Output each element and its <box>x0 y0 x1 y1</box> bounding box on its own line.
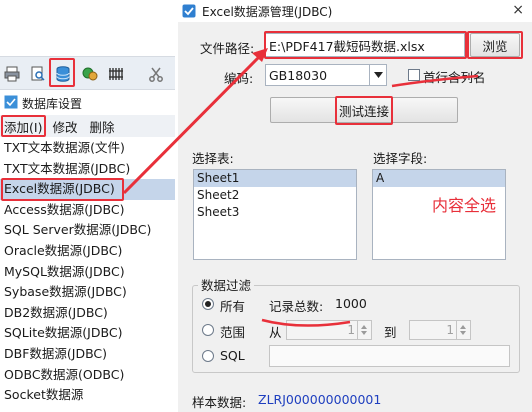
encoding-dropdown-arrow[interactable] <box>369 64 387 86</box>
range-to-value: 1 <box>446 323 454 337</box>
data-source-item[interactable]: SQLite数据源(JDBC) <box>0 323 175 344</box>
excel-datasource-dialog: Excel数据源管理(JDBC) × 文件路径: E:\PDF417截短码数据.… <box>178 0 532 412</box>
table-list-item[interactable]: Sheet2 <box>194 187 356 204</box>
data-source-item[interactable]: TXT文本数据源(文件) <box>0 138 175 159</box>
db-settings-label: 数据库设置 <box>22 96 83 111</box>
app-logo-icon <box>182 4 196 18</box>
data-source-item[interactable]: DB2数据源(JDBC) <box>0 303 175 324</box>
print-icon[interactable] <box>2 64 22 84</box>
db-settings-header: 数据库设置 <box>0 92 175 114</box>
print-preview-icon[interactable] <box>28 64 48 84</box>
range-to-label: 到 <box>384 325 397 340</box>
record-count-value: 1000 <box>335 296 367 311</box>
sql-input[interactable] <box>269 345 510 367</box>
sample-data-value: ZLRJ000000000001 <box>258 392 382 407</box>
select-field-label: 选择字段: <box>373 151 428 166</box>
sample-data-label: 样本数据: <box>192 395 247 410</box>
range-to-spinner[interactable]: 1 <box>409 320 471 340</box>
data-source-item[interactable]: Sybase数据源(JDBC) <box>0 282 175 303</box>
filter-all-radio[interactable] <box>202 298 214 310</box>
delete-menu[interactable]: 删除 <box>89 117 114 136</box>
tools-icon[interactable] <box>80 64 100 84</box>
data-source-item[interactable]: Socket数据源 <box>0 385 175 406</box>
data-source-item[interactable]: DBF数据源(JDBC) <box>0 344 175 365</box>
file-path-label: 文件路径: <box>200 41 255 56</box>
data-source-item[interactable]: ODBC数据源(ODBC) <box>0 365 175 386</box>
data-source-list: TXT文本数据源(文件) TXT文本数据源(JDBC) Excel数据源(JDB… <box>0 138 175 406</box>
first-row-header-checkbox[interactable] <box>408 69 420 81</box>
chevron-down-icon <box>373 72 383 78</box>
source-menubar: 添加(I) 修改 删除 <box>0 115 175 137</box>
db-settings-icon <box>4 95 18 112</box>
encoding-label: 编码: <box>224 71 254 86</box>
toolbar <box>0 56 175 90</box>
database-icon[interactable] <box>53 64 73 84</box>
select-table-label: 选择表: <box>192 151 234 166</box>
dialog-title: Excel数据源管理(JDBC) <box>202 4 333 19</box>
range-to-arrows[interactable] <box>456 321 470 339</box>
data-source-item[interactable]: TXT文本数据源(JDBC) <box>0 159 175 180</box>
field-list-item-selected[interactable]: A <box>373 170 505 187</box>
data-source-item[interactable]: SQL Server数据源(JDBC) <box>0 220 175 241</box>
encoding-select[interactable]: GB18030 <box>265 64 371 86</box>
edit-menu[interactable]: 修改 <box>52 117 77 136</box>
background-app: 数据库设置 添加(I) 修改 删除 TXT文本数据源(文件) TXT文本数据源(… <box>0 0 180 412</box>
data-filter-title: 数据过滤 <box>198 275 255 294</box>
record-count-label: 记录总数: <box>269 299 324 314</box>
table-list-item-selected[interactable]: Sheet1 <box>194 170 356 187</box>
content-select-all-annotation: 内容全选 <box>432 196 497 215</box>
file-path-input[interactable]: E:\PDF417截短码数据.xlsx <box>265 33 465 57</box>
range-from-label: 从 <box>269 325 282 340</box>
range-from-spinner[interactable]: 1 <box>286 320 372 340</box>
data-source-item[interactable]: Access数据源(JDBC) <box>0 200 175 221</box>
test-connection-button[interactable]: 测试连接 <box>270 97 458 123</box>
data-source-item[interactable]: MySQL数据源(JDBC) <box>0 262 175 283</box>
filter-all-label: 所有 <box>220 299 246 314</box>
table-list: Sheet1 Sheet2 Sheet3 <box>193 169 357 260</box>
add-menu[interactable]: 添加(I) <box>4 117 42 136</box>
filter-range-radio[interactable] <box>202 324 214 336</box>
dialog-titlebar: Excel数据源管理(JDBC) × <box>178 0 532 22</box>
range-from-arrows[interactable] <box>357 321 371 339</box>
range-from-value: 1 <box>347 323 355 337</box>
browse-button[interactable]: 浏览 <box>470 33 520 57</box>
data-source-item[interactable]: Oracle数据源(JDBC) <box>0 241 175 262</box>
first-row-header-label: 首行含列名 <box>423 70 486 85</box>
barcode-icon[interactable] <box>106 64 126 84</box>
filter-sql-radio[interactable] <box>202 350 214 362</box>
dialog-body: 文件路径: E:\PDF417截短码数据.xlsx 浏览 编码: GB18030… <box>178 22 532 412</box>
filter-range-label: 范围 <box>220 325 246 340</box>
close-icon[interactable]: × <box>512 2 524 18</box>
cut-icon[interactable] <box>146 64 166 84</box>
filter-sql-label: SQL <box>220 348 245 363</box>
data-source-item-selected[interactable]: Excel数据源(JDBC) <box>0 179 175 200</box>
table-list-item[interactable]: Sheet3 <box>194 204 356 221</box>
